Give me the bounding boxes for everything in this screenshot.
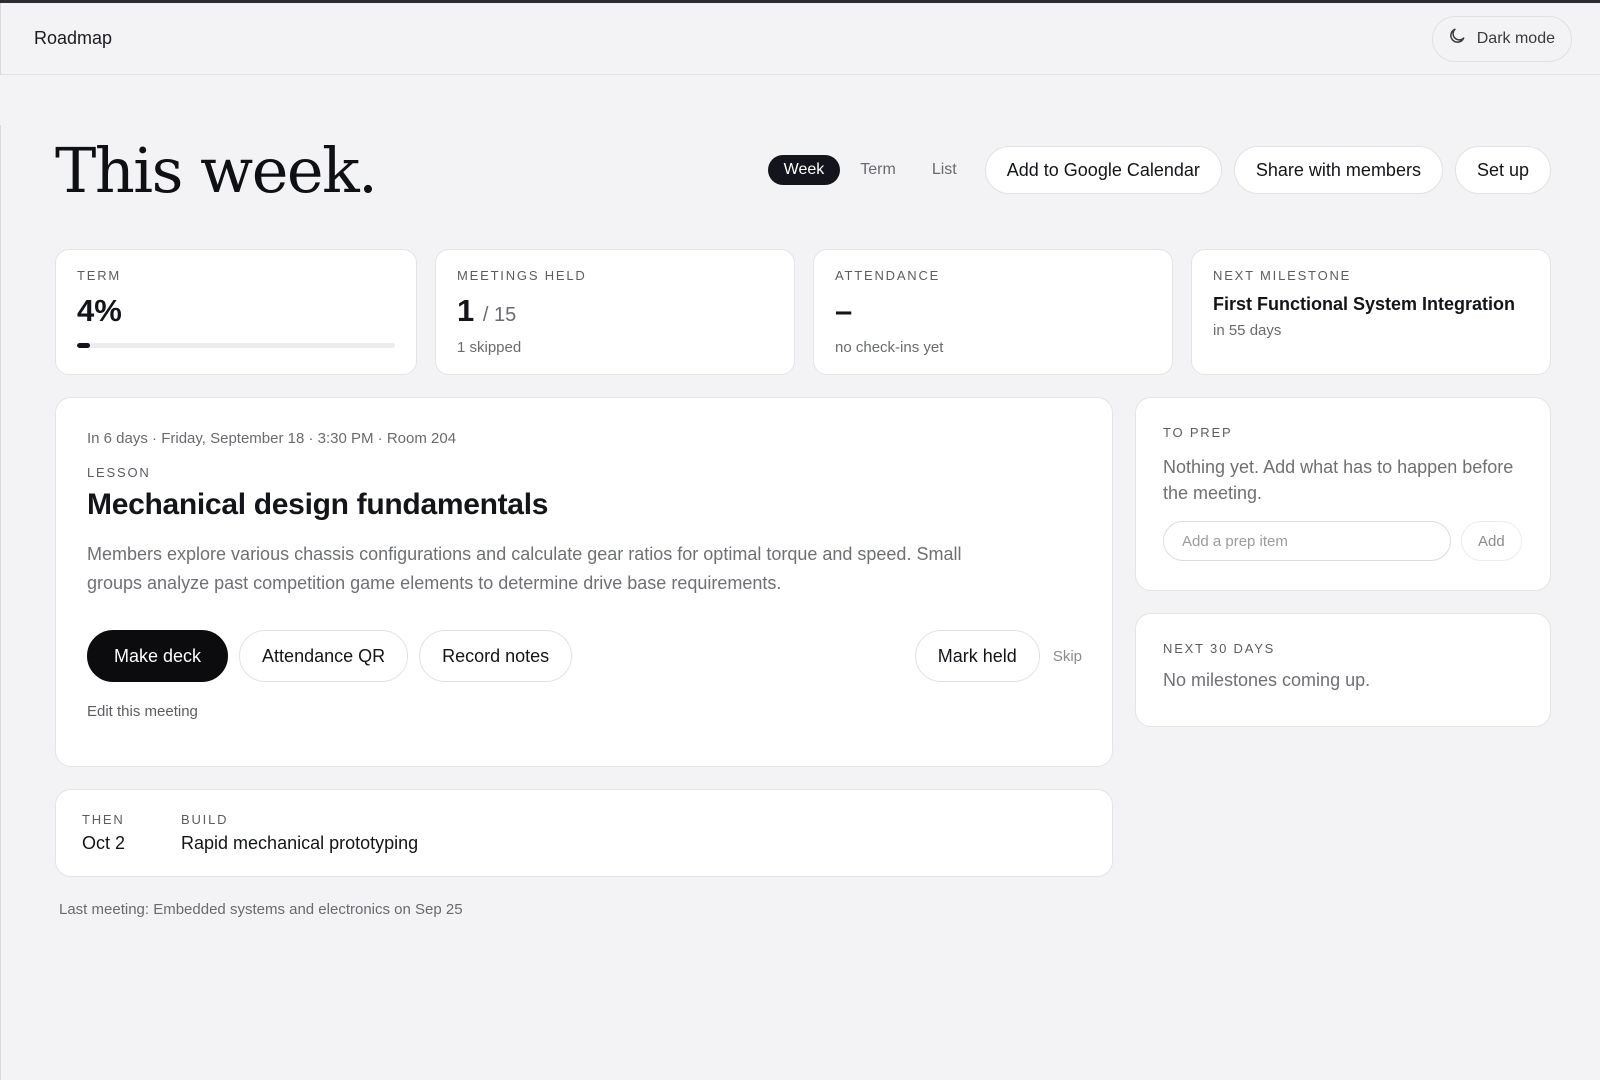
app-title: Roadmap (34, 28, 113, 48)
next-30-days-empty-text: No milestones coming up. (1163, 670, 1371, 690)
stat-term-value: 4% (77, 293, 122, 328)
then-card: THEN Oct 2 BUILD Rapid mechanical protot… (55, 789, 1113, 877)
stat-attendance-value: – (835, 293, 853, 328)
term-progress-bar (77, 343, 395, 348)
term-progress-fill (77, 343, 90, 348)
page-title: This week. (55, 133, 378, 207)
record-notes-button[interactable]: Record notes (419, 630, 573, 682)
view-tab-week[interactable]: Week (767, 155, 841, 185)
stat-meetings-label: MEETINGS HELD (457, 268, 587, 283)
add-prep-button[interactable]: Add (1461, 521, 1522, 561)
make-deck-button[interactable]: Make deck (87, 630, 229, 682)
then-meeting-block: BUILD Rapid mechanical prototyping (181, 812, 418, 854)
milestone-due: in 55 days (1213, 322, 1282, 339)
mark-held-button[interactable]: Mark held (914, 630, 1040, 682)
dark-mode-label: Dark mode (1476, 29, 1555, 47)
view-switcher: Week Term List (767, 155, 973, 185)
next-30-days-card: NEXT 30 DAYS No milestones coming up. (1135, 613, 1551, 727)
then-date: Oct 2 (82, 833, 126, 853)
attendance-qr-button[interactable]: Attendance QR (239, 630, 409, 682)
then-date-block: THEN Oct 2 (82, 812, 125, 854)
view-tab-list[interactable]: List (916, 155, 973, 185)
upcoming-meeting-card: In 6 days · Friday, September 18 · 3:30 … (55, 397, 1113, 767)
then-label: THEN (82, 812, 125, 827)
right-column: TO PREP Nothing yet. Add what has to hap… (1135, 397, 1551, 918)
view-tab-term[interactable]: Term (844, 155, 912, 185)
moon-icon (1447, 26, 1467, 51)
prep-input-row: Add (1163, 521, 1524, 561)
prep-item-input[interactable] (1163, 521, 1451, 561)
add-to-google-calendar-button[interactable]: Add to Google Calendar (984, 146, 1222, 194)
meetings-held-count: 1 (457, 293, 475, 328)
stat-term-label: TERM (77, 268, 122, 283)
stat-milestone-label: NEXT MILESTONE (1213, 268, 1352, 283)
to-prep-label: TO PREP (1163, 425, 1233, 440)
meeting-title: Mechanical design fundamentals (87, 488, 549, 521)
stat-meetings: MEETINGS HELD 1 / 15 1 skipped (435, 249, 795, 375)
stat-next-milestone: NEXT MILESTONE First Functional System I… (1191, 249, 1551, 375)
meeting-meta: In 6 days · Friday, September 18 · 3:30 … (87, 430, 457, 447)
meetings-total: / 15 (482, 304, 517, 326)
heading-row: This week. Week Term List Add to Google … (55, 125, 1551, 215)
content-area: In 6 days · Friday, September 18 · 3:30 … (55, 397, 1551, 918)
then-title: Rapid mechanical prototyping (181, 833, 419, 853)
to-prep-empty-text: Nothing yet. Add what has to happen befo… (1163, 457, 1514, 503)
meetings-skipped-note: 1 skipped (457, 339, 522, 356)
next-30-days-label: NEXT 30 DAYS (1163, 641, 1276, 656)
stat-attendance: ATTENDANCE – no check-ins yet (813, 249, 1173, 375)
left-column: In 6 days · Friday, September 18 · 3:30 … (55, 397, 1113, 918)
attendance-note: no check-ins yet (835, 339, 944, 356)
meeting-description: Members explore various chassis configur… (87, 544, 962, 593)
edit-meeting-link[interactable]: Edit this meeting (87, 703, 1082, 720)
meeting-actions: Make deck Attendance QR Record notes Mar… (87, 630, 1082, 682)
share-with-members-button[interactable]: Share with members (1233, 146, 1443, 194)
dark-mode-button[interactable]: Dark mode (1431, 15, 1572, 62)
main-content: This week. Week Term List Add to Google … (0, 125, 1600, 1080)
then-type: BUILD (181, 812, 229, 827)
stat-attendance-label: ATTENDANCE (835, 268, 941, 283)
stat-meetings-value: 1 / 15 (457, 293, 773, 329)
header-controls: Week Term List Add to Google Calendar Sh… (767, 146, 1551, 194)
top-bar: Roadmap Dark mode (0, 3, 1600, 75)
meeting-type: LESSON (87, 465, 151, 480)
last-meeting-note: Last meeting: Embedded systems and elect… (59, 901, 463, 918)
skip-link[interactable]: Skip (1053, 648, 1082, 665)
stats-row: TERM 4% MEETINGS HELD 1 / 15 1 skipped A… (55, 249, 1551, 375)
to-prep-card: TO PREP Nothing yet. Add what has to hap… (1135, 397, 1551, 591)
stat-term: TERM 4% (55, 249, 417, 375)
milestone-name: First Functional System Integration (1213, 294, 1516, 314)
set-up-button[interactable]: Set up (1454, 146, 1551, 194)
